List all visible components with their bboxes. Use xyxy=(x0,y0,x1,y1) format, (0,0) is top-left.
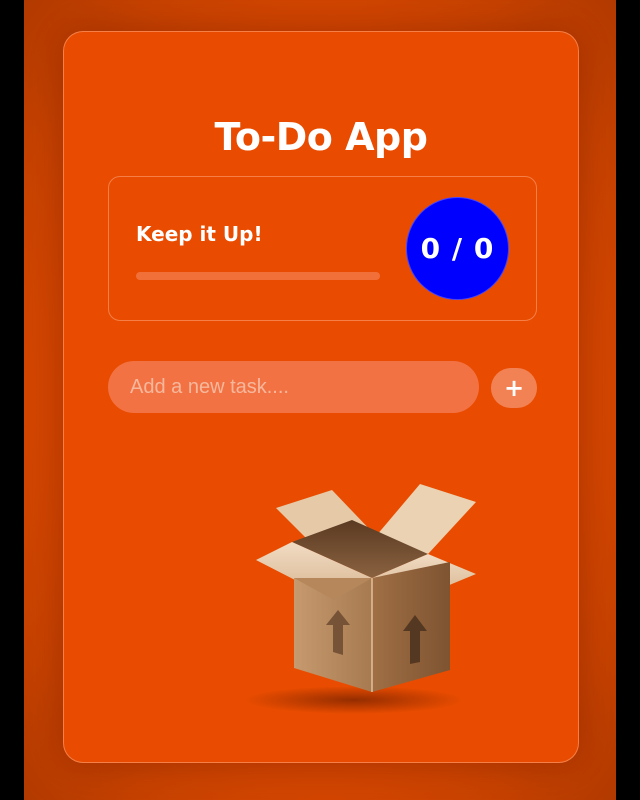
task-counter: 0 / 0 xyxy=(406,197,509,300)
add-task-button[interactable]: + xyxy=(491,368,537,408)
progress-bar xyxy=(136,272,380,280)
new-task-input[interactable] xyxy=(108,361,479,413)
app-title: To-Do App xyxy=(214,115,428,159)
stats-panel: Keep it Up! 0 / 0 xyxy=(108,176,537,321)
stats-heading: Keep it Up! xyxy=(136,222,263,246)
open-box-icon xyxy=(244,484,476,714)
app-viewport: To-Do App Keep it Up! 0 / 0 + xyxy=(24,0,616,800)
todo-card: To-Do App Keep it Up! 0 / 0 + xyxy=(63,31,579,763)
